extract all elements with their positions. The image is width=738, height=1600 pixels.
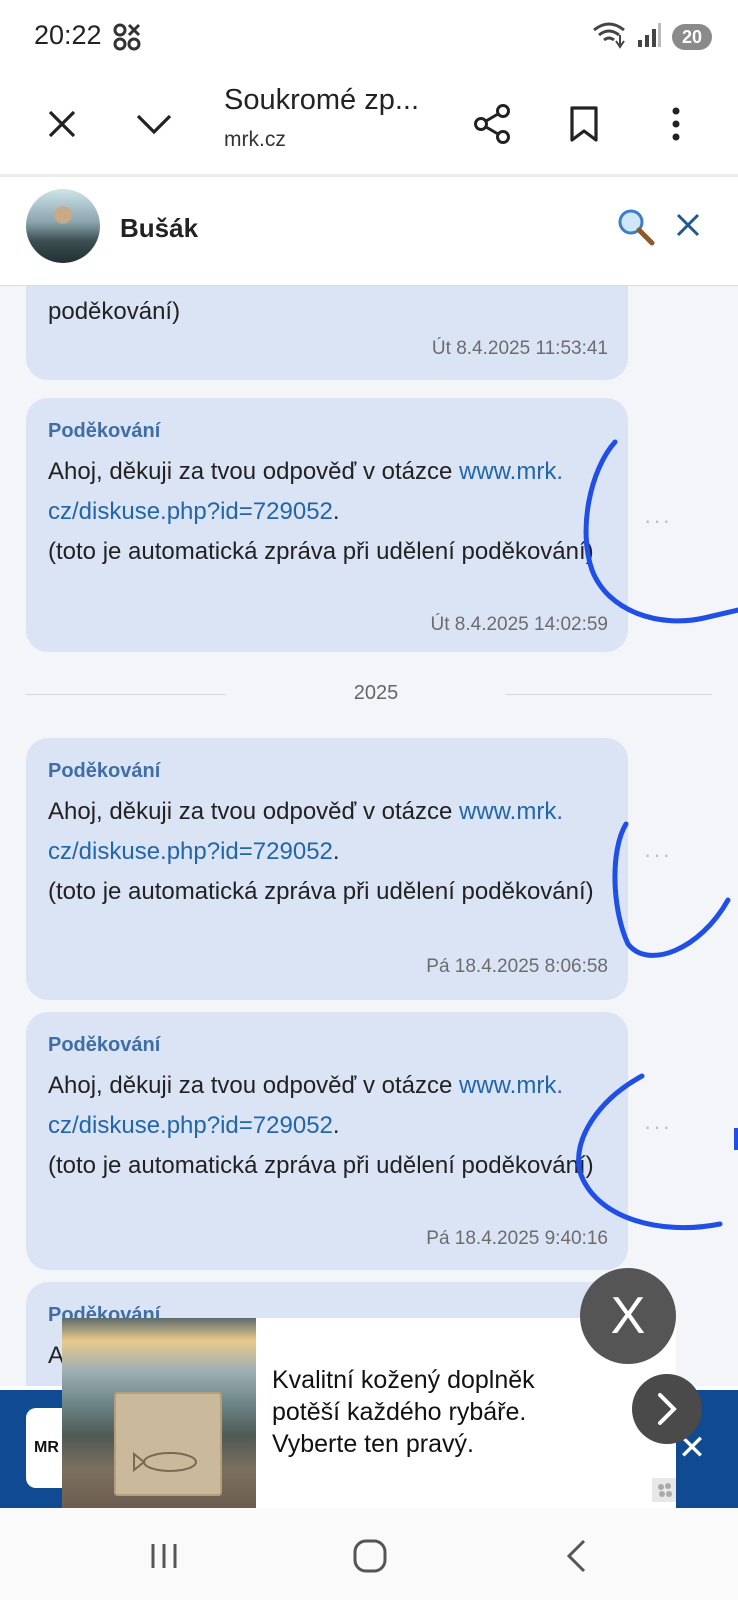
page-title: Soukromé zp... — [224, 84, 420, 116]
ad-close-button[interactable]: X — [580, 1268, 676, 1364]
message-body: Ahoj, děkuji za tvou odpověď v otázce ww… — [48, 798, 594, 905]
message-bubble[interactable]: Poděkování Ahoj, děkuji za tvou odpověď … — [26, 1012, 628, 1270]
home-icon — [353, 1539, 387, 1573]
message-link[interactable]: www.mrk. — [459, 1072, 563, 1099]
message-link[interactable]: cz/diskuse.php?id=729052 — [48, 1112, 333, 1139]
app-grid-icon — [112, 22, 142, 52]
status-bar: 20:22 20 — [0, 0, 738, 72]
share-icon — [474, 104, 510, 144]
recent-apps-icon — [151, 1544, 177, 1568]
message-list[interactable]: poděkování) Út 8.4.2025 11:53:41 Poděkov… — [0, 286, 738, 1386]
page-domain: mrk.cz — [224, 128, 286, 151]
contact-name[interactable]: Bušák — [120, 213, 198, 244]
status-time: 20:22 — [34, 20, 102, 50]
close-tab-button[interactable] — [32, 94, 92, 154]
message-body: Ahoj, děkuji za tvou odpověď v otázce ww… — [48, 458, 594, 565]
system-nav-bar — [0, 1508, 738, 1600]
more-options-button[interactable] — [646, 94, 706, 154]
back-button[interactable] — [546, 1526, 606, 1586]
avatar[interactable] — [26, 189, 100, 263]
close-chat-button[interactable] — [668, 205, 708, 245]
signal-icon — [636, 22, 662, 53]
ad-image[interactable] — [62, 1318, 256, 1508]
year-label: 2025 — [353, 682, 399, 704]
message-link[interactable]: www.mrk. — [459, 458, 563, 485]
wallet-image — [114, 1392, 222, 1496]
message-more-button[interactable]: ··· — [644, 842, 672, 868]
back-icon — [566, 1539, 586, 1573]
search-button[interactable] — [616, 207, 656, 247]
message-bubble[interactable]: Poděkování Ahoj, děkuji za tvou odpověď … — [26, 738, 628, 1000]
battery-icon: 20 — [671, 24, 712, 50]
message-link[interactable]: cz/diskuse.php?id=729052 — [48, 498, 333, 525]
message-time: Pá 18.4.2025 9:40:16 — [426, 1228, 608, 1249]
message-more-button[interactable]: ··· — [644, 508, 672, 534]
wifi-icon — [592, 21, 626, 54]
bookmark-icon — [570, 106, 598, 142]
message-body: Ahoj, děkuji za tvou odpověď v otázce ww… — [48, 1072, 594, 1179]
browser-toolbar: Soukromé zp... mrk.cz — [0, 72, 738, 177]
bookmark-button[interactable] — [554, 94, 614, 154]
more-vert-icon — [672, 107, 680, 141]
ad-card[interactable]: Kvalitní kožený doplněk potěší každého r… — [62, 1318, 702, 1508]
status-icons: 20 — [592, 22, 712, 52]
search-icon — [618, 209, 655, 246]
close-icon — [48, 110, 76, 138]
chat-header: Bušák — [0, 177, 738, 286]
home-button[interactable] — [340, 1526, 400, 1586]
message-time: Pá 18.4.2025 8:06:58 — [426, 956, 608, 977]
message-body: poděkování) — [48, 298, 181, 325]
message-title: Poděkování — [48, 760, 161, 782]
message-title: Poděkování — [48, 1034, 161, 1056]
minimize-button[interactable] — [124, 94, 184, 154]
recent-apps-button[interactable] — [134, 1526, 194, 1586]
share-button[interactable] — [462, 94, 522, 154]
message-bubble[interactable]: Poděkování Ahoj, děkuji za tvou odpověď … — [26, 398, 628, 652]
message-time: Út 8.4.2025 11:53:41 — [431, 338, 608, 359]
message-time: Út 8.4.2025 14:02:59 — [430, 614, 608, 635]
message-title: Poděkování — [48, 420, 161, 442]
chevron-down-icon — [136, 114, 172, 135]
year-divider: 2025 — [26, 682, 712, 706]
message-bubble[interactable]: poděkování) Út 8.4.2025 11:53:41 — [26, 286, 628, 380]
chevron-right-icon — [658, 1393, 677, 1425]
message-link[interactable]: www.mrk. — [459, 798, 563, 825]
ad-info-icon[interactable] — [652, 1478, 676, 1502]
ad-next-button[interactable] — [632, 1374, 702, 1444]
close-icon — [676, 213, 700, 237]
message-more-button[interactable]: ··· — [644, 1114, 672, 1140]
ad-text[interactable]: Kvalitní kožený doplněk potěší každého r… — [272, 1364, 572, 1460]
message-link[interactable]: cz/diskuse.php?id=729052 — [48, 838, 333, 865]
